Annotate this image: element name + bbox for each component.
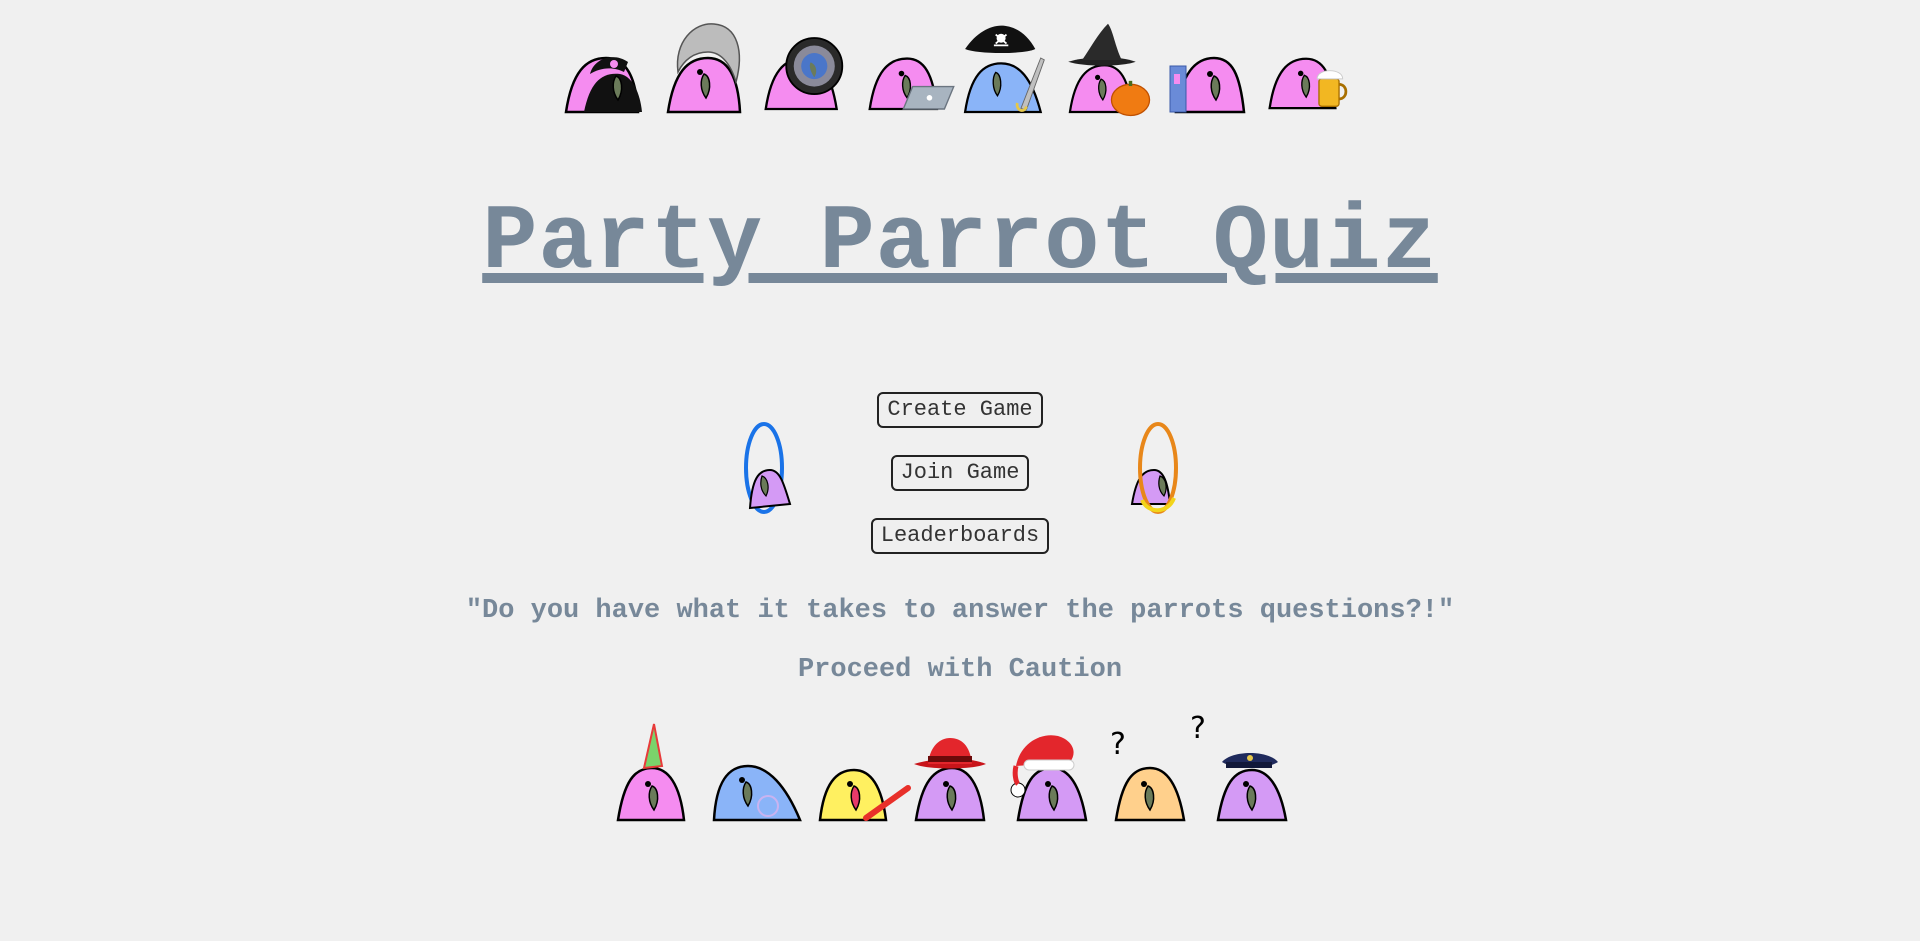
laptop-parrot-icon	[866, 22, 955, 112]
beer-parrot-icon	[1266, 22, 1350, 112]
fedora-parrot-icon	[912, 734, 988, 822]
create-game-button[interactable]: Create Game	[877, 392, 1043, 428]
question-mark-right: ?	[1190, 711, 1206, 746]
santa-parrot-icon	[1010, 730, 1090, 822]
wig-parrot-icon	[664, 22, 748, 114]
party-hat-parrot-icon	[614, 722, 690, 822]
bottom-parrot-row: ? ?	[0, 711, 1920, 822]
confused-parrot-icon: ? ?	[1108, 711, 1206, 822]
main-menu: Create Game Join Game Leaderboards	[0, 392, 1920, 554]
book-parrot-icon	[1166, 22, 1250, 114]
page-title: Party Parrot Quiz	[0, 190, 1920, 295]
astronaut-parrot-icon	[762, 22, 846, 112]
question-mark-left: ?	[1110, 727, 1126, 762]
pirate-captain-parrot-icon	[960, 22, 1045, 114]
join-game-button[interactable]: Join Game	[890, 455, 1030, 491]
bubble-parrot-icon	[710, 746, 804, 822]
title-link[interactable]: Party Parrot Quiz	[482, 190, 1438, 295]
yellow-stick-parrot-icon	[816, 746, 912, 822]
caution-text: Proceed with Caution	[797, 655, 1123, 685]
leaderboards-button[interactable]: Leaderboards	[870, 518, 1050, 554]
top-parrot-row	[0, 12, 1920, 117]
witch-pumpkin-parrot-icon	[1066, 22, 1151, 117]
tagline: "Do you have what it takes to answer the…	[465, 596, 1455, 626]
pirate-bandana-parrot-icon	[562, 22, 646, 114]
police-parrot-icon	[1212, 748, 1288, 822]
